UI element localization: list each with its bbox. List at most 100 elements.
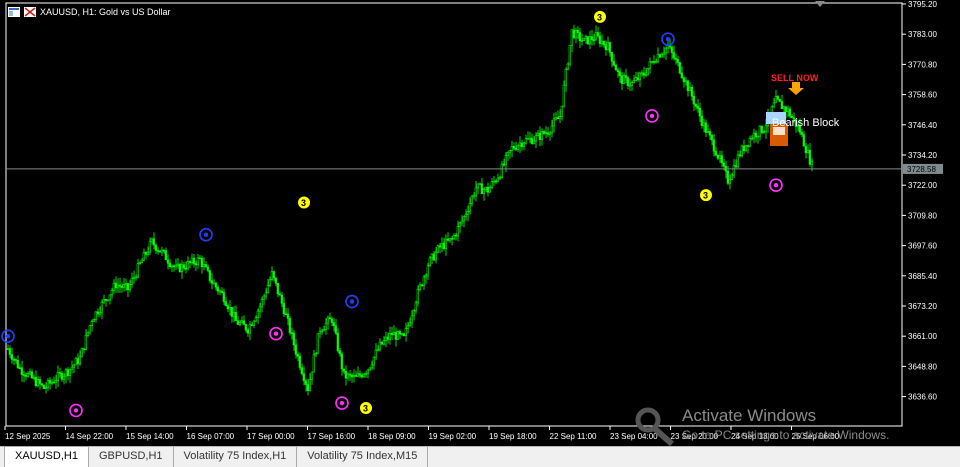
- candle-body: [164, 250, 167, 261]
- candle-body: [310, 371, 313, 380]
- key-icon: [635, 407, 674, 446]
- candle-body: [720, 155, 723, 164]
- candle-body: [154, 244, 157, 251]
- candle-body: [344, 371, 347, 379]
- candle-body: [470, 196, 473, 204]
- candle-body: [644, 74, 647, 76]
- candle-body: [450, 238, 453, 240]
- candle-body: [650, 61, 653, 63]
- candle-body: [268, 279, 271, 286]
- candle-body: [246, 329, 249, 334]
- candle-body: [536, 132, 539, 137]
- tab-volatility-75-m15[interactable]: Volatility 75 Index,M15: [297, 447, 429, 467]
- candle-body: [612, 60, 615, 66]
- y-tick-label: 3661.00: [908, 332, 937, 341]
- candle-body: [556, 117, 559, 120]
- candle-body: [386, 336, 389, 340]
- candle-body: [620, 75, 623, 84]
- candle-body: [306, 384, 309, 392]
- candle-body: [480, 183, 483, 195]
- candle-body: [294, 344, 297, 355]
- candle-body: [324, 322, 327, 330]
- candle-body: [670, 46, 673, 53]
- candle-body: [196, 257, 199, 266]
- candle-body: [610, 51, 613, 62]
- candle-body: [174, 265, 177, 268]
- candle-body: [574, 29, 577, 39]
- price-chart[interactable]: 3795.20 3783.00 3770.80 3758.60 3746.40 3734.…: [0, 0, 960, 446]
- candle-body: [560, 105, 563, 117]
- y-tick-label: 3722.00: [908, 181, 937, 190]
- candle-body: [266, 285, 269, 294]
- candle-body: [668, 45, 671, 48]
- candle-body: [170, 265, 173, 268]
- candle-body: [594, 32, 597, 41]
- candle-body: [408, 322, 411, 327]
- tab-xauusd-h1[interactable]: XAUUSD,H1: [4, 446, 89, 467]
- candle-body: [592, 39, 595, 42]
- candle-body: [144, 252, 147, 255]
- candle-body: [120, 285, 123, 288]
- candle-body: [116, 284, 119, 289]
- candle-body: [300, 367, 303, 374]
- candle-body: [390, 332, 393, 336]
- candle-body: [102, 299, 105, 303]
- candle-body: [396, 331, 399, 340]
- candle-body: [694, 103, 697, 107]
- candle-body: [802, 134, 805, 147]
- swing-marker-label: 3: [597, 12, 602, 22]
- chart-area[interactable]: 3795.20 3783.00 3770.80 3758.60 3746.40 3734.…: [0, 0, 960, 446]
- candle-body: [762, 131, 765, 134]
- candle-body: [90, 321, 93, 326]
- candle-body: [60, 373, 63, 380]
- candle-body: [684, 80, 687, 83]
- candle-body: [800, 131, 803, 135]
- candle-body: [656, 54, 659, 62]
- candle-body: [80, 348, 83, 358]
- candle-body: [566, 63, 569, 70]
- candle-body: [434, 251, 437, 261]
- tab-volatility-75-h1[interactable]: Volatility 75 Index,H1: [174, 447, 298, 467]
- candle-body: [468, 203, 471, 212]
- candle-body: [132, 277, 135, 279]
- candle-body: [134, 276, 137, 279]
- tab-gbpusd-h1[interactable]: GBPUSD,H1: [89, 447, 174, 467]
- candle-body: [32, 376, 35, 379]
- candle-body: [688, 86, 691, 91]
- candle-body: [732, 165, 735, 176]
- candle-body: [234, 312, 237, 321]
- candle-body: [460, 220, 463, 224]
- candle-body: [710, 134, 713, 141]
- candle-body: [734, 165, 737, 168]
- candle-body: [236, 320, 239, 325]
- candle-body: [296, 354, 299, 357]
- candle-body: [166, 259, 169, 264]
- y-tick-label: 3697.60: [908, 242, 937, 251]
- candle-body: [138, 262, 141, 264]
- candle-body: [568, 45, 571, 65]
- candle-body: [34, 376, 37, 387]
- candle-body: [136, 263, 139, 278]
- candle-body: [6, 348, 9, 350]
- candle-body: [286, 313, 289, 319]
- candle-body: [518, 142, 521, 147]
- candle-body: [528, 137, 531, 140]
- candle-body: [318, 331, 321, 335]
- candle-body: [358, 373, 361, 376]
- x-tick-label: 15 Sep 14:00: [126, 432, 174, 441]
- candle-body: [596, 32, 599, 37]
- candle-body: [12, 359, 15, 361]
- chart-menu-icon[interactable]: [8, 7, 20, 17]
- candle-body: [338, 350, 341, 355]
- candle-body: [474, 187, 477, 197]
- candle-body: [54, 380, 57, 383]
- candle-body: [124, 283, 127, 285]
- candle-body: [520, 142, 523, 148]
- candles: [6, 24, 813, 396]
- candle-body: [308, 379, 311, 392]
- candle-body: [750, 137, 753, 140]
- candle-body: [320, 330, 323, 333]
- candle-body: [756, 135, 759, 138]
- candle-body: [56, 372, 59, 381]
- candle-body: [148, 241, 151, 253]
